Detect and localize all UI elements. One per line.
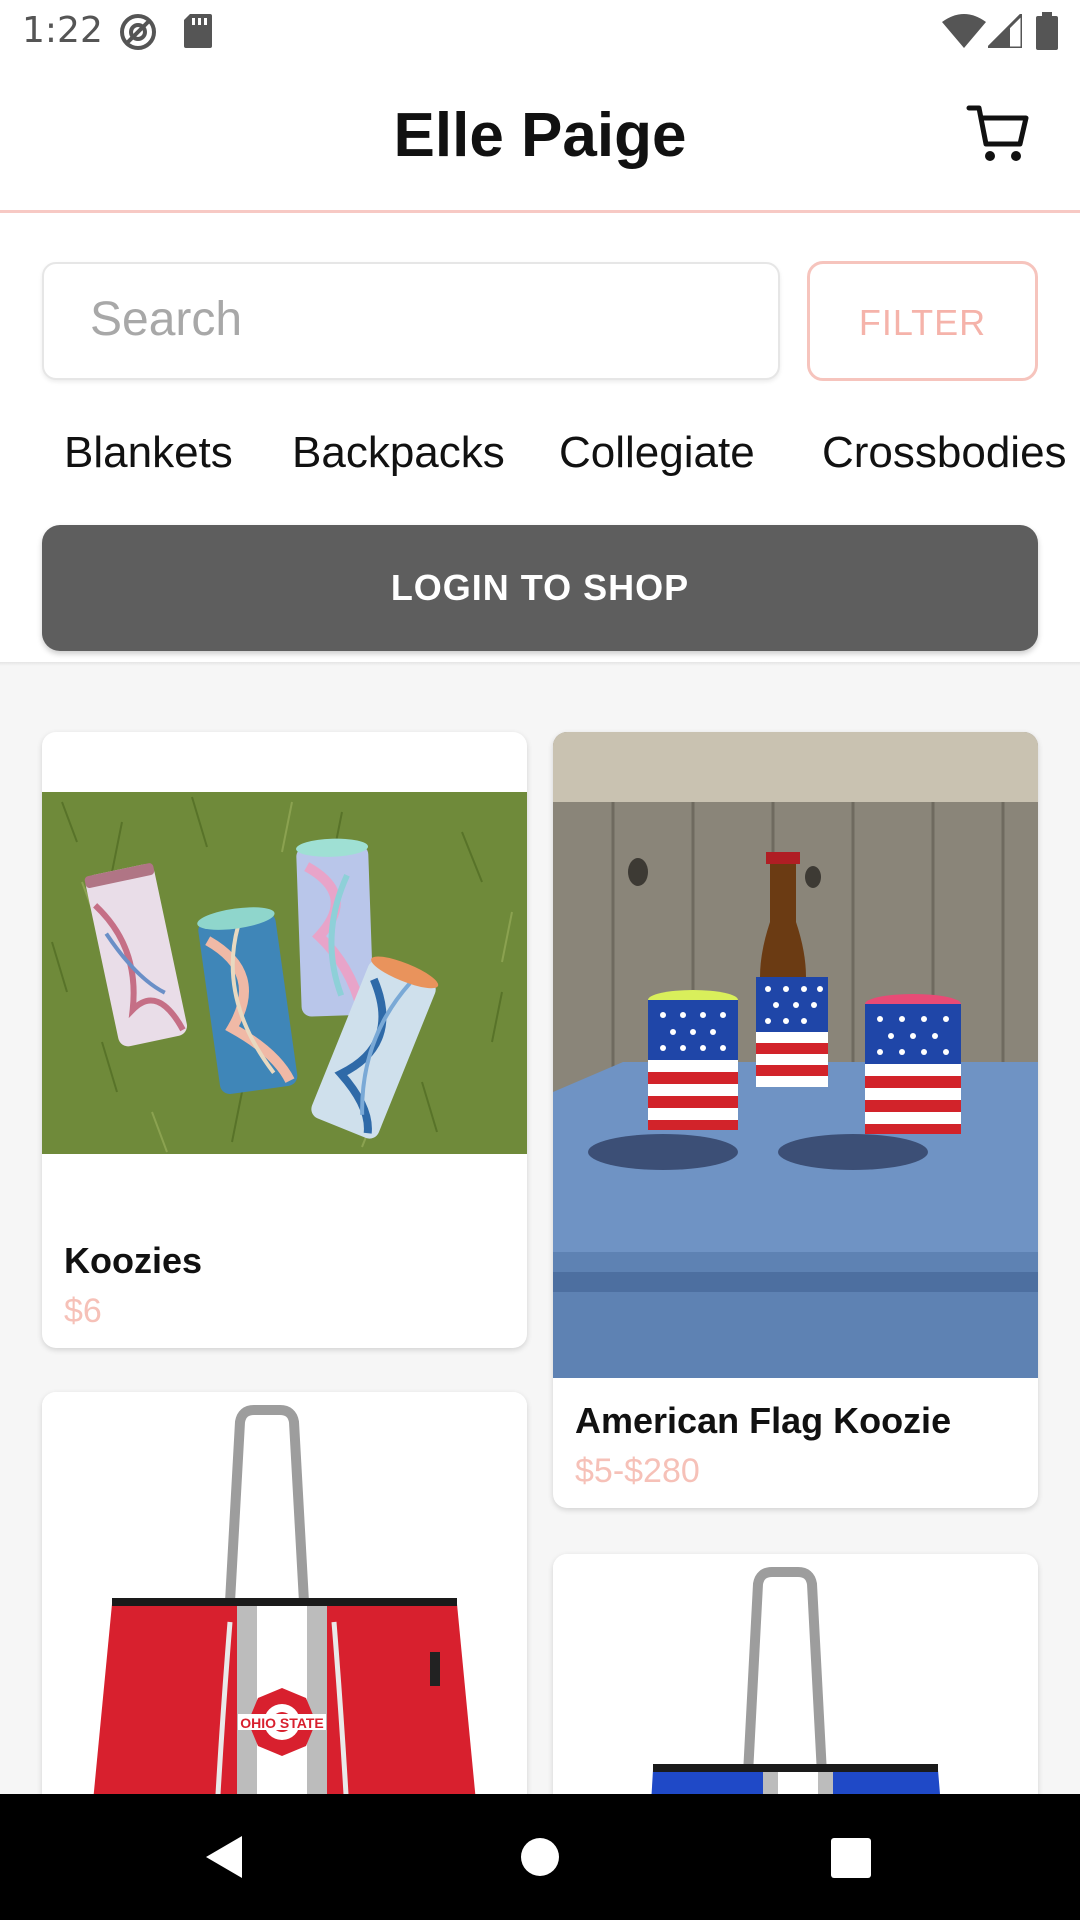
product-image-ohio-state-tote: OHIO STATE — [42, 1392, 527, 1794]
page-title: Elle Paige — [393, 101, 687, 170]
product-price: $6 — [64, 1292, 102, 1330]
category-blankets[interactable]: Blankets — [64, 428, 233, 478]
status-time: 1:22 — [22, 10, 103, 51]
at-sign-icon — [120, 14, 156, 50]
category-crossbodies[interactable]: Crossbodies — [822, 428, 1067, 478]
product-title: Koozies — [64, 1240, 203, 1281]
wifi-icon — [942, 14, 986, 48]
filter-button[interactable]: FILTER — [807, 261, 1038, 381]
cart-icon[interactable] — [966, 102, 1032, 168]
signal-icon — [988, 14, 1022, 48]
product-card-ohio-state-tote[interactable]: OHIO STATE — [42, 1392, 527, 1794]
login-label: LOGIN TO SHOP — [390, 567, 690, 608]
recents-square-icon[interactable] — [831, 1838, 871, 1878]
category-backpacks[interactable]: Backpacks — [292, 428, 505, 478]
product-card-koozies[interactable]: Koozies $6 — [42, 732, 527, 1348]
filter-label: FILTER — [858, 302, 987, 343]
login-to-shop-button[interactable]: LOGIN TO SHOP — [42, 525, 1038, 651]
product-image-flag-koozie — [553, 732, 1038, 1378]
category-collegiate[interactable]: Collegiate — [559, 428, 755, 478]
svg-text:OHIO STATE: OHIO STATE — [240, 1715, 323, 1731]
product-card-blue-tote[interactable] — [553, 1554, 1038, 1794]
app-header: Elle Paige — [0, 64, 1080, 213]
system-nav-bar — [0, 1794, 1080, 1920]
product-grid[interactable]: Koozies $6 American Flag Koozie $5-$280 … — [0, 666, 1080, 1794]
search-placeholder: Search — [90, 293, 243, 346]
product-title: American Flag Koozie — [575, 1400, 952, 1441]
home-circle-icon[interactable] — [520, 1837, 560, 1877]
product-image-blue-tote — [553, 1554, 1038, 1794]
search-input[interactable]: Search — [42, 262, 780, 380]
product-image-koozies — [42, 792, 527, 1154]
back-triangle-icon[interactable] — [204, 1834, 244, 1880]
status-bar: 1:22 — [0, 0, 1080, 64]
category-scroller[interactable]: Blankets Backpacks Collegiate Crossbodie… — [0, 420, 1080, 490]
product-price: $5-$280 — [575, 1452, 700, 1490]
product-card-american-flag-koozie[interactable]: American Flag Koozie $5-$280 — [553, 732, 1038, 1508]
sd-card-icon — [184, 14, 212, 48]
battery-icon — [1036, 12, 1058, 50]
